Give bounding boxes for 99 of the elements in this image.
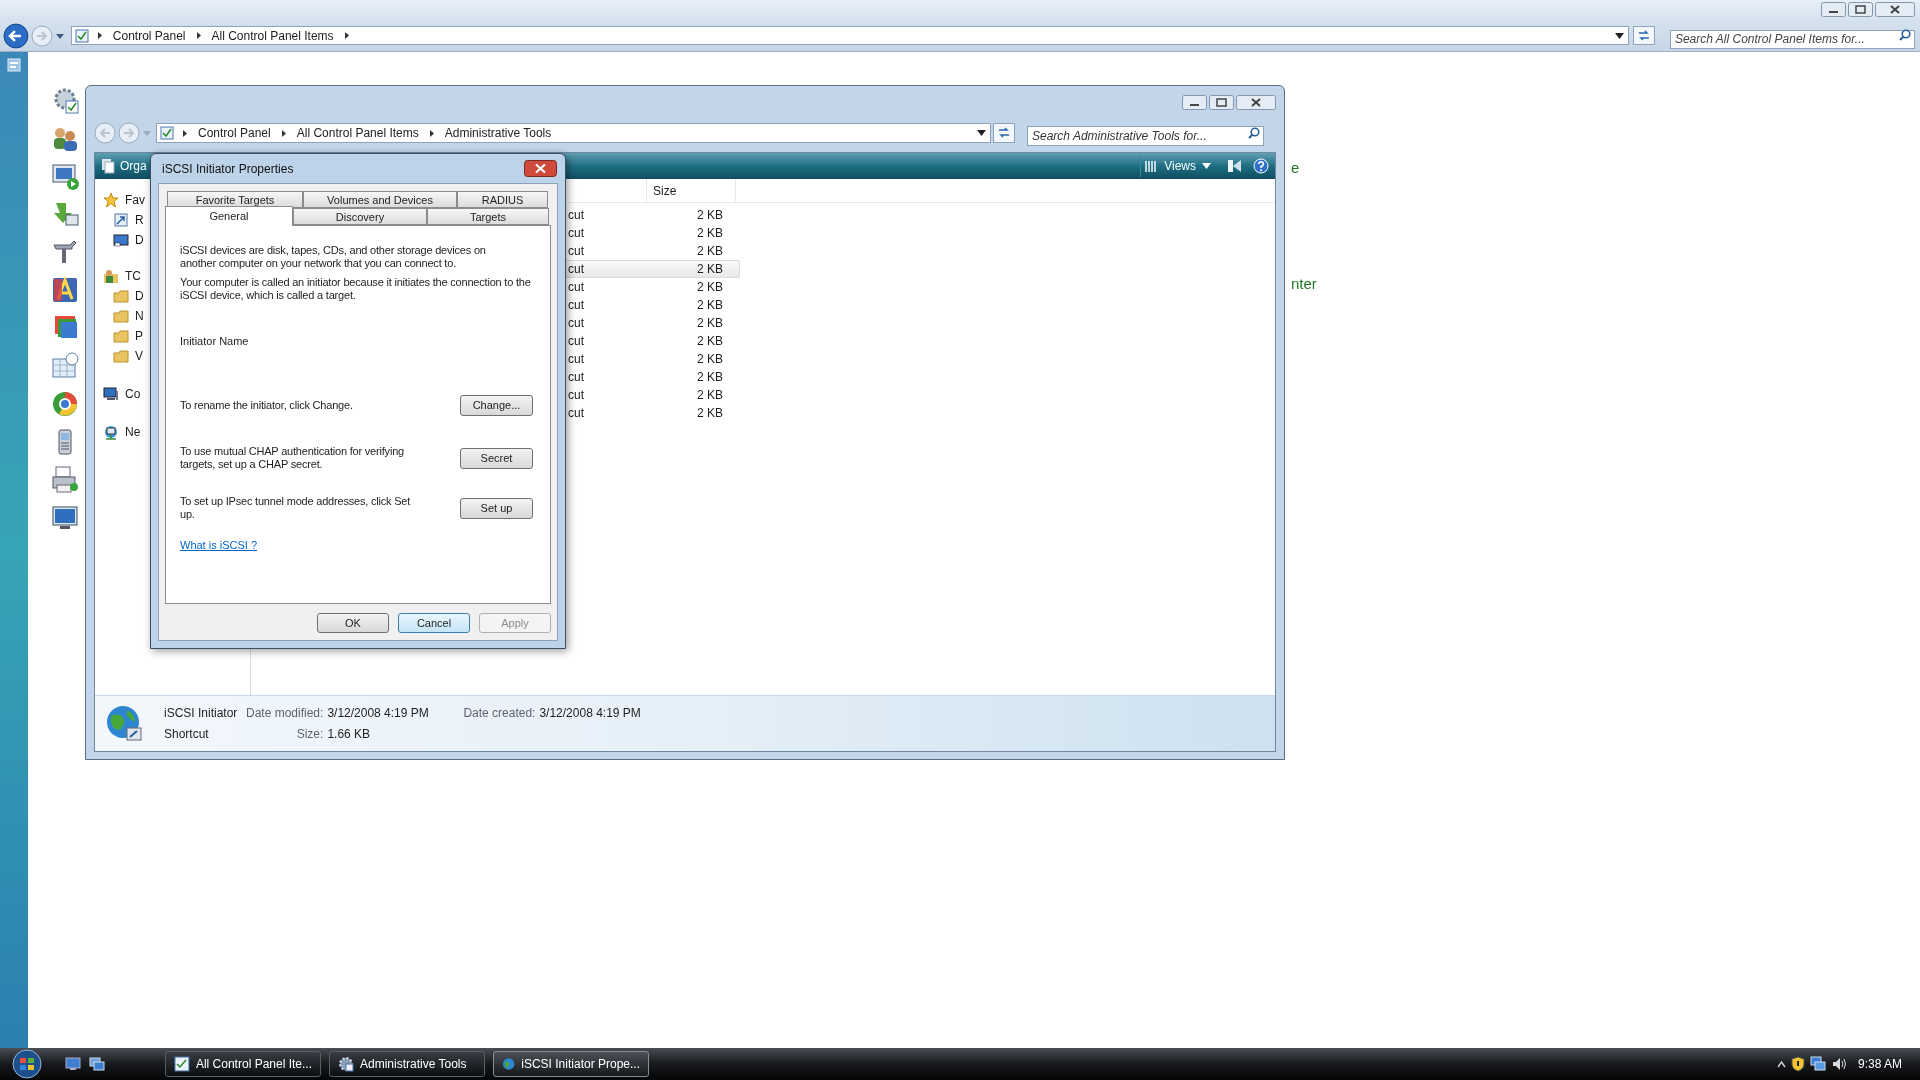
action-button[interactable]: Set up: [460, 497, 533, 519]
views-icon: [1145, 159, 1159, 173]
tab[interactable]: RADIUS: [457, 191, 548, 208]
volume-icon[interactable]: [1830, 1056, 1847, 1072]
field-value: 1.66 KB: [327, 726, 372, 743]
breadcrumb-arrow-icon[interactable]: [96, 31, 103, 40]
dropdown-arrow-icon[interactable]: [1615, 32, 1624, 39]
control-panel-icon: [74, 28, 89, 43]
tab[interactable]: General: [165, 206, 293, 226]
printer-icon[interactable]: [50, 465, 80, 495]
nav-item[interactable]: TC: [125, 269, 141, 283]
breadcrumb[interactable]: All Control Panel Items: [209, 26, 336, 45]
address-bar[interactable]: Control Panel All Control Panel Items Administrative Tools: [156, 123, 991, 143]
action-button[interactable]: Change...: [460, 395, 533, 416]
dialog-button[interactable]: OK: [317, 613, 389, 633]
nav-item[interactable]: D: [135, 289, 144, 303]
desktop-icon[interactable]: [113, 232, 129, 248]
breadcrumb[interactable]: Control Panel: [196, 124, 273, 142]
action-button[interactable]: Secret: [460, 447, 533, 469]
section-label: Initiator Name: [180, 335, 250, 348]
restore-button[interactable]: [1209, 95, 1234, 110]
pane-icon[interactable]: [1227, 158, 1243, 174]
star-icon[interactable]: [103, 192, 119, 208]
address-bar[interactable]: Control Panel All Control Panel Items: [70, 26, 1629, 45]
breadcrumb-arrow-icon[interactable]: [195, 31, 202, 40]
control-panel-icon: [160, 126, 174, 140]
minimize-button[interactable]: [1182, 95, 1207, 110]
documents-icon: [101, 158, 115, 174]
nav-item[interactable]: Fav: [125, 193, 145, 207]
instruction-text: To set up IPsec tunnel mode addresses, click Set up.: [180, 495, 412, 521]
taskbar-button[interactable]: Administrative Tools: [329, 1051, 485, 1077]
description-text: iSCSI devices are disk, tapes, CDs, and other storage devices on another computer on your network that you can connect to.: [180, 244, 487, 270]
refresh-button[interactable]: [1633, 26, 1655, 45]
windows-switch-icon[interactable]: [89, 1057, 105, 1071]
field-value: 3/12/2008 4:19 PM: [539, 705, 641, 722]
close-button[interactable]: [524, 160, 557, 177]
file-type: Shortcut: [164, 726, 210, 743]
calendar-icon[interactable]: [50, 351, 80, 381]
description-text: Your computer is called an initiator because it initiates the connection to the iSCSI device, which is called a target.: [180, 276, 532, 302]
field-label: Date modified:: [246, 705, 325, 722]
search-icon[interactable]: [1899, 29, 1911, 41]
shield-icon[interactable]: [1790, 1056, 1805, 1072]
network-icon[interactable]: [1809, 1056, 1826, 1072]
tab[interactable]: Discovery: [293, 208, 427, 225]
computer-icon[interactable]: [103, 386, 119, 402]
search-field[interactable]: Search Administrative Tools for...: [1027, 126, 1264, 146]
close-button[interactable]: [1236, 95, 1276, 110]
refresh-button[interactable]: [993, 123, 1015, 143]
breadcrumb-arrow-icon[interactable]: [182, 128, 188, 138]
back-button[interactable]: [3, 22, 29, 49]
breadcrumb[interactable]: Control Panel: [110, 26, 188, 45]
breadcrumb[interactable]: All Control Panel Items: [294, 124, 421, 142]
views-button[interactable]: Views: [1140, 155, 1215, 177]
taskbar-button[interactable]: All Control Panel Ite...: [165, 1051, 321, 1077]
monitor-icon[interactable]: [50, 161, 80, 191]
search-icon[interactable]: [1248, 127, 1260, 139]
breadcrumb[interactable]: Administrative Tools: [442, 124, 554, 142]
help-icon[interactable]: [1253, 158, 1269, 174]
show-hidden-icons-icon[interactable]: [1776, 1060, 1786, 1068]
nav-item[interactable]: D: [135, 233, 144, 247]
control-panel-icon: [174, 1056, 190, 1072]
field-label: Date created:: [463, 705, 537, 722]
start-button[interactable]: [9, 1049, 45, 1079]
tab[interactable]: Volumes and Devices: [303, 191, 457, 208]
restore-button[interactable]: [1848, 2, 1873, 17]
shortcut-icon[interactable]: [113, 212, 129, 228]
column-header[interactable]: Size: [646, 179, 736, 203]
link-text[interactable]: e: [1291, 159, 1317, 177]
dropdown-arrow-icon: [1202, 163, 1211, 169]
dialog-button[interactable]: Cancel: [398, 613, 470, 633]
breadcrumb-arrow-icon[interactable]: [343, 31, 350, 40]
search-field[interactable]: Search All Control Panel Items for...: [1669, 29, 1915, 49]
nav-item[interactable]: Ne: [125, 425, 141, 439]
font-icon[interactable]: [50, 275, 80, 305]
breadcrumb-arrow-icon[interactable]: [280, 128, 287, 138]
instruction-text: To rename the initiator, click Change.: [180, 399, 354, 412]
user-folder-icon[interactable]: [103, 268, 119, 284]
breadcrumb-arrow-icon[interactable]: [428, 128, 435, 138]
field-value: 3/12/2008 4:19 PM: [327, 705, 430, 722]
taskbar-button[interactable]: iSCSI Initiator Prope...: [493, 1051, 649, 1077]
nav-item[interactable]: V: [135, 349, 143, 363]
dialog-title: iSCSI Initiator Properties: [162, 160, 294, 178]
link-text[interactable]: nter: [1291, 275, 1317, 293]
organize-button[interactable]: Orga: [101, 155, 147, 177]
clock[interactable]: 9:38 AM: [1857, 1055, 1902, 1073]
nav-item[interactable]: Co: [125, 387, 141, 401]
network-icon[interactable]: [103, 424, 119, 440]
minimize-button[interactable]: [1821, 2, 1846, 17]
nav-item[interactable]: R: [135, 213, 144, 227]
nav-item[interactable]: N: [135, 309, 144, 323]
tab[interactable]: Targets: [427, 208, 549, 225]
nav-item[interactable]: P: [135, 329, 143, 343]
file-name: iSCSI Initiator: [164, 705, 239, 722]
dropdown-arrow-icon[interactable]: [977, 130, 986, 136]
desktop-icon[interactable]: [65, 1057, 81, 1071]
field-label: Size:: [295, 726, 325, 743]
help-link[interactable]: What is iSCSI ?: [180, 539, 258, 552]
instruction-text: To use mutual CHAP authentication for verifying targets, set up a CHAP secret.: [180, 445, 405, 471]
close-button[interactable]: [1875, 2, 1915, 17]
